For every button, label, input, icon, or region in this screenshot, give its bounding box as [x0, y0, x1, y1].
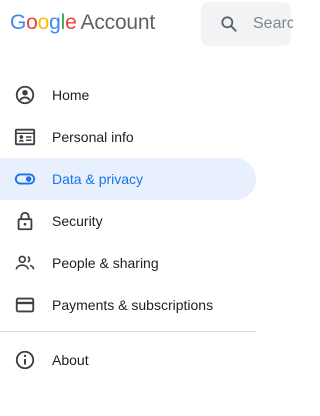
logo-letter: o	[26, 11, 38, 34]
logo-suffix: Account	[80, 11, 156, 34]
sidebar-item-label: Security	[52, 213, 103, 229]
sidebar-item-label: Payments & subscriptions	[52, 297, 214, 313]
sidebar-item-about[interactable]: About	[0, 339, 256, 381]
logo-letter: g	[49, 11, 61, 34]
sidebar-item-personal-info[interactable]: Personal info	[0, 116, 256, 158]
sidebar-item-label: Data & privacy	[52, 171, 144, 187]
sidebar-item-payments-subscriptions[interactable]: Payments & subscriptions	[0, 284, 256, 326]
info-icon	[15, 350, 35, 370]
sidebar-nav: Home Personal info Data & privacy Securi…	[0, 74, 276, 326]
sidebar-item-home[interactable]: Home	[0, 74, 256, 116]
logo-letter: e	[65, 11, 77, 34]
divider	[0, 331, 256, 332]
id-card-icon	[14, 128, 36, 146]
credit-card-icon	[15, 297, 35, 313]
sidebar-item-label: Home	[52, 87, 90, 103]
google-account-logo[interactable]: Google Account	[10, 11, 155, 35]
logo-letter: G	[10, 11, 27, 34]
header: Google Account	[0, 0, 293, 52]
sidebar-item-people-sharing[interactable]: People & sharing	[0, 242, 256, 284]
search-box[interactable]	[201, 2, 293, 46]
search-icon[interactable]	[219, 14, 239, 34]
logo-letter: o	[37, 11, 50, 34]
sidebar-item-label: About	[52, 352, 89, 368]
lock-icon	[17, 211, 33, 231]
sidebar-item-data-privacy[interactable]: Data & privacy	[0, 158, 256, 200]
toggle-icon	[14, 173, 36, 185]
search-input[interactable]	[253, 14, 293, 34]
sidebar-item-security[interactable]: Security	[0, 200, 256, 242]
people-icon	[15, 255, 35, 270]
sidebar-item-label: People & sharing	[52, 255, 159, 271]
account-circle-icon	[15, 85, 35, 105]
sidebar-item-label: Personal info	[52, 129, 134, 145]
